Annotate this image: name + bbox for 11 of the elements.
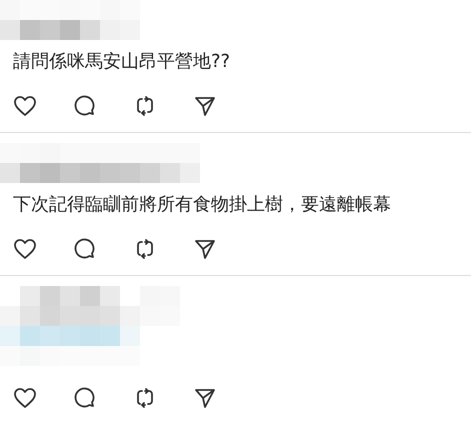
- comment-icon[interactable]: [73, 386, 97, 410]
- heart-icon[interactable]: [13, 387, 37, 409]
- comment-text: 請問係咪馬安山昂平營地??: [12, 50, 232, 74]
- send-icon[interactable]: [193, 386, 217, 410]
- comment-text: 下次記得臨瞓前將所有食物掛上樹，要遠離帳幕: [12, 193, 392, 217]
- heart-icon[interactable]: [13, 238, 37, 260]
- send-icon[interactable]: [193, 237, 217, 261]
- comment-icon[interactable]: [73, 94, 97, 118]
- comment-icon[interactable]: [73, 237, 97, 261]
- send-icon[interactable]: [193, 94, 217, 118]
- heart-icon[interactable]: [13, 95, 37, 117]
